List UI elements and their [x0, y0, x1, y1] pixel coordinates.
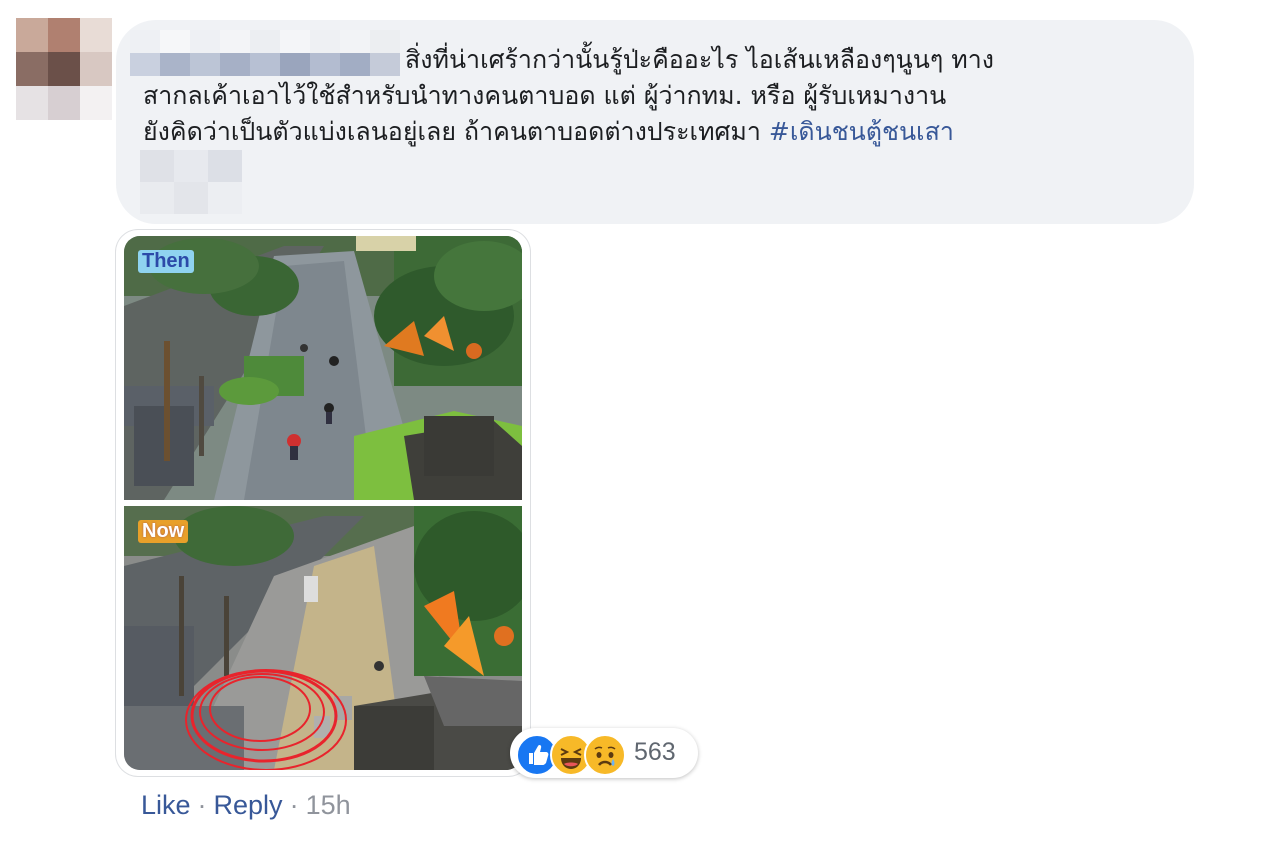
hashtag-link[interactable]: #เดินชนตู้ชนเสา [769, 117, 954, 146]
separator: · [197, 790, 207, 820]
avatar[interactable] [16, 18, 112, 120]
comment-thread: สิ่งที่น่าเศร้ากว่านั้นรู้ป่ะคืออะไร ไอเ… [0, 0, 1280, 842]
photo-then[interactable]: Then [124, 236, 522, 500]
reaction-count: 563 [634, 738, 676, 766]
sad-icon [584, 734, 626, 776]
redacted-text [140, 150, 244, 214]
street-photo-then [124, 236, 522, 500]
photo-now[interactable]: Now [124, 506, 522, 770]
photo-label-now: Now [138, 520, 189, 543]
comment-actions: Like · Reply · 15h [141, 790, 351, 821]
reply-link[interactable]: Reply [214, 790, 283, 821]
comment-line-3: ยังคิดว่าเป็นตัวแบ่งเลนอยู่เลย ถ้าคนตาบอ… [143, 114, 1183, 150]
separator: · [289, 790, 299, 820]
photo-attachment[interactable]: Then Now [116, 230, 530, 776]
timestamp[interactable]: 15h [306, 790, 351, 821]
like-link[interactable]: Like [141, 790, 191, 821]
comment-line-2: สากลเค้าเอาไว้ใช้สำหรับนำทางคนตาบอด แต่ … [143, 81, 947, 110]
comment-line-3-text: ยังคิดว่าเป็นตัวแบ่งเลนอยู่เลย ถ้าคนตาบอ… [143, 117, 769, 146]
comment-text: สิ่งที่น่าเศร้ากว่านั้นรู้ป่ะคืออะไร ไอเ… [143, 42, 1183, 150]
comment-line-1: สิ่งที่น่าเศร้ากว่านั้นรู้ป่ะคืออะไร ไอเ… [405, 45, 994, 74]
photo-label-then: Then [138, 250, 194, 273]
reaction-summary[interactable]: 563 [510, 728, 698, 778]
street-photo-now [124, 506, 522, 770]
